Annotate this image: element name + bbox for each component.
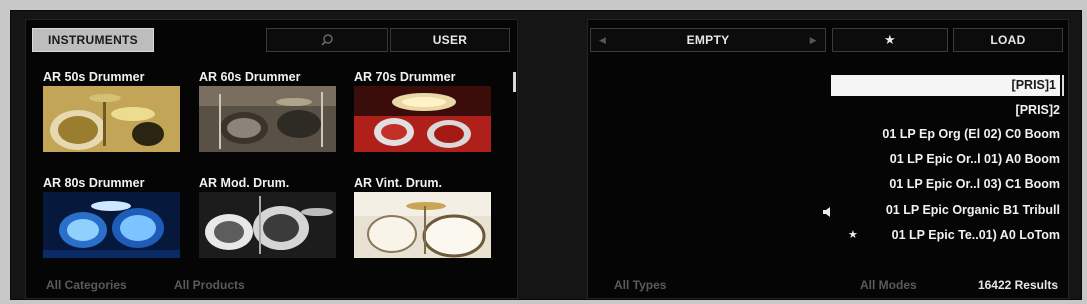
- load-button[interactable]: LOAD: [953, 28, 1063, 52]
- result-item[interactable]: 01 LP Epic Te..01) A0 LoTom: [892, 225, 1060, 246]
- instrument-tile-label: AR 80s Drummer: [43, 176, 145, 190]
- instrument-thumbnail: [43, 192, 180, 258]
- instrument-tile-label: AR 70s Drummer: [354, 70, 456, 84]
- result-item[interactable]: [PRIS]1: [831, 75, 1060, 96]
- instrument-tile-label: AR Mod. Drum.: [199, 176, 290, 190]
- instrument-thumbnail: [354, 86, 491, 152]
- speaker-icon: [822, 205, 834, 217]
- instrument-thumbnail: [199, 86, 336, 152]
- browser-frame: INSTRUMENTS USER AR 50s Drummer AR 60s D…: [10, 10, 1082, 300]
- instrument-tile-ar-mod-drum[interactable]: AR Mod. Drum.: [199, 174, 336, 258]
- instrument-browser-pane: INSTRUMENTS USER AR 50s Drummer AR 60s D…: [25, 19, 518, 299]
- preset-browser-pane: ◀ EMPTY ▶ ★ LOAD [PRIS]1 [PRIS]2 01 LP E…: [587, 19, 1069, 299]
- search-icon: [321, 34, 333, 46]
- preset-name: EMPTY: [686, 33, 730, 47]
- user-tab[interactable]: USER: [390, 28, 510, 52]
- result-item[interactable]: 01 LP Epic Or..l 03) C1 Boom: [889, 174, 1060, 195]
- instruments-tab[interactable]: INSTRUMENTS: [32, 28, 154, 52]
- result-item[interactable]: 01 LP Epic Or..l 01) A0 Boom: [890, 149, 1060, 170]
- list-scroll-indicator[interactable]: [1062, 75, 1064, 96]
- all-products-filter[interactable]: All Products: [174, 278, 245, 292]
- all-categories-filter[interactable]: All Categories: [46, 278, 127, 292]
- triangle-left-icon[interactable]: ◀: [599, 35, 606, 46]
- all-types-filter[interactable]: All Types: [614, 278, 666, 292]
- triangle-right-icon[interactable]: ▶: [810, 35, 817, 46]
- instrument-tile-label: AR 60s Drummer: [199, 70, 301, 84]
- instrument-thumbnail: [199, 192, 336, 258]
- results-count: 16422 Results: [977, 278, 1058, 292]
- instrument-thumbnail: [43, 86, 180, 152]
- instrument-tile-ar-vint-drum[interactable]: AR Vint. Drum.: [354, 174, 491, 258]
- instrument-tile-ar-50s-drummer[interactable]: AR 50s Drummer: [43, 68, 180, 152]
- instrument-thumbnail: [354, 192, 491, 258]
- scrollbar[interactable]: [513, 72, 516, 92]
- instrument-tile-label: AR 50s Drummer: [43, 70, 145, 84]
- instrument-tile-label: AR Vint. Drum.: [354, 176, 442, 190]
- favorite-button[interactable]: ★: [832, 28, 948, 52]
- preset-selector[interactable]: ◀ EMPTY ▶: [590, 28, 826, 52]
- favorite-star-icon: ★: [848, 229, 858, 241]
- instrument-tile-ar-80s-drummer[interactable]: AR 80s Drummer: [43, 174, 180, 258]
- result-item[interactable]: 01 LP Epic Organic B1 Tribull: [886, 200, 1060, 221]
- result-item[interactable]: [PRIS]2: [1016, 100, 1060, 121]
- all-modes-filter[interactable]: All Modes: [860, 278, 917, 292]
- instrument-tile-ar-60s-drummer[interactable]: AR 60s Drummer: [199, 68, 336, 152]
- result-item[interactable]: 01 LP Ep Org (El 02) C0 Boom: [882, 124, 1060, 145]
- search-button[interactable]: [266, 28, 388, 52]
- instrument-tile-ar-70s-drummer[interactable]: AR 70s Drummer: [354, 68, 491, 152]
